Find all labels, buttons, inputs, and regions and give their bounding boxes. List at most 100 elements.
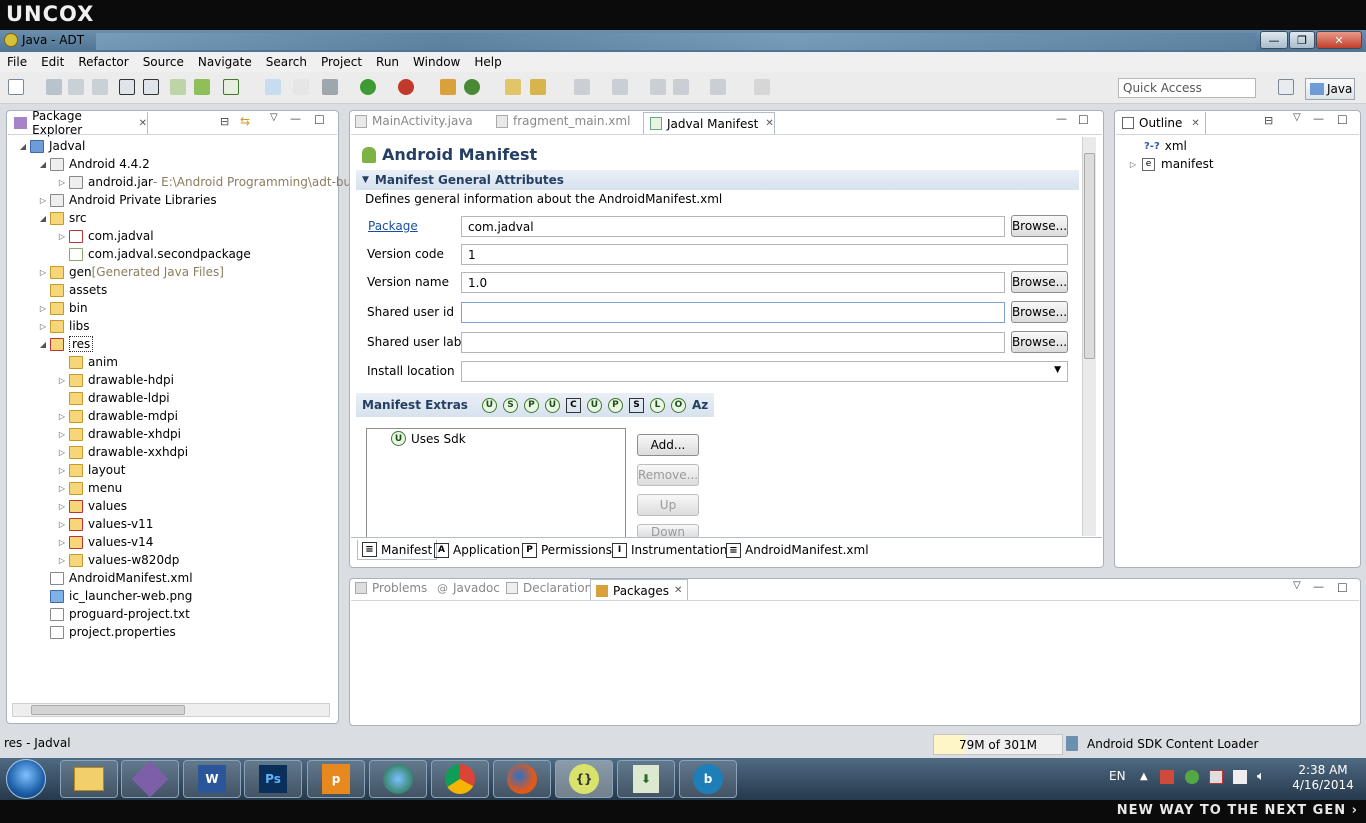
taskbar-chrome[interactable] — [431, 760, 489, 798]
collapse-all-icon[interactable]: ⊟ — [1264, 114, 1273, 127]
tab-declaration[interactable]: Declaration — [506, 581, 592, 595]
open-perspective-icon[interactable] — [1278, 79, 1294, 95]
tab-manifest[interactable]: ≡ Manifest — [357, 540, 438, 560]
network-icon[interactable] — [1160, 770, 1174, 784]
taskbar-downloader[interactable]: ⬇ — [617, 760, 675, 798]
taskbar-globe[interactable] — [369, 760, 427, 798]
version-name-field[interactable]: 1.0 — [461, 272, 1005, 293]
new-java-package-icon[interactable] — [440, 79, 456, 95]
menu-help[interactable]: Help — [467, 55, 508, 69]
tree-item-project-properties[interactable]: project.properties — [38, 623, 176, 641]
tab-androidmanifest-xml[interactable]: ≡ AndroidManifest.xml — [722, 540, 873, 560]
up-button[interactable]: Up — [637, 494, 699, 516]
outline-item-xml[interactable]: ?-? xml — [1144, 137, 1187, 155]
remove-button[interactable]: Remove... — [637, 464, 699, 486]
clock[interactable]: 2:38 AM 4/16/2014 — [1288, 763, 1358, 793]
tree-item-drawable-hdpi[interactable]: ▷ drawable-hdpi — [57, 371, 174, 389]
print-icon[interactable] — [92, 79, 108, 95]
java-perspective-button[interactable]: Java — [1305, 78, 1355, 100]
shared-user-id-browse-button[interactable]: Browse... — [1011, 301, 1068, 323]
close-window-button[interactable]: ✕ — [1316, 31, 1362, 49]
run-icon[interactable] — [360, 79, 376, 95]
tab-application[interactable]: A Application — [430, 540, 524, 560]
shared-user-label-field[interactable] — [461, 332, 1005, 353]
add-permission-icon[interactable]: P — [523, 397, 539, 413]
tab-permissions[interactable]: P Permissions — [518, 540, 616, 560]
tree-item-libs[interactable]: ▷ libs — [38, 317, 90, 335]
view-menu-icon[interactable]: ▽ — [270, 112, 278, 123]
menu-source[interactable]: Source — [136, 55, 191, 69]
previous-annotation-icon[interactable] — [612, 79, 628, 95]
taskbar-firefox[interactable] — [493, 760, 551, 798]
maximize-view-icon[interactable]: ☐ — [1078, 113, 1089, 127]
minimize-button[interactable]: — — [1260, 31, 1288, 49]
editor-vertical-scrollbar[interactable] — [1082, 137, 1096, 536]
add-original-package-icon[interactable]: O — [670, 397, 686, 413]
maximize-view-icon[interactable]: ☐ — [1337, 581, 1348, 595]
tree-item-values-v11[interactable]: ▷ values-v11 — [57, 515, 154, 533]
tree-item-private-libraries[interactable]: ▷ Android Private Libraries — [38, 191, 217, 209]
tree-item-bin[interactable]: ▷ bin — [38, 299, 88, 317]
save-all-icon[interactable] — [68, 79, 84, 95]
language-indicator[interactable]: EN — [1109, 769, 1126, 783]
upload-icon[interactable] — [119, 79, 135, 95]
package-browse-button[interactable]: Browse... — [1011, 215, 1068, 237]
taskbar-b-app[interactable]: b — [679, 760, 737, 798]
tray-device-icon[interactable] — [1233, 770, 1247, 784]
view-menu-icon[interactable]: ▽ — [1293, 580, 1301, 591]
down-button[interactable]: Down — [637, 524, 699, 538]
maximize-view-icon[interactable]: ☐ — [314, 113, 325, 127]
list-item[interactable]: U Uses Sdk — [391, 431, 466, 446]
tree-item-src[interactable]: ◢ src — [38, 209, 87, 227]
tree-item-drawable-xhdpi[interactable]: ▷ drawable-xhdpi — [57, 425, 181, 443]
add-supports-gl-texture-icon[interactable]: S — [628, 397, 644, 413]
new-android-project-icon[interactable] — [265, 79, 281, 95]
tab-packages[interactable]: Packages ✕ — [590, 579, 688, 601]
pin-editor-icon[interactable] — [754, 79, 770, 95]
close-tab-icon[interactable]: ✕ — [765, 118, 773, 129]
garbage-collect-icon[interactable] — [1066, 736, 1078, 751]
minimize-view-icon[interactable]: — — [1313, 112, 1324, 125]
extras-list[interactable]: U Uses Sdk — [366, 428, 626, 538]
add-uses-library-icon[interactable]: L — [649, 397, 665, 413]
start-button[interactable] — [6, 759, 46, 799]
link-with-editor-icon[interactable]: ⇆ — [240, 114, 250, 128]
tree-item-res[interactable]: ◢ res — [38, 335, 94, 353]
tab-outline[interactable]: Outline ✕ — [1116, 112, 1206, 134]
close-tab-icon[interactable]: ✕ — [1191, 118, 1199, 129]
tree-item-layout[interactable]: ▷ layout — [57, 461, 126, 479]
menu-edit[interactable]: Edit — [34, 55, 71, 69]
action-center-icon[interactable] — [1209, 770, 1223, 784]
tab-instrumentation[interactable]: I Instrumentation — [608, 540, 731, 560]
tree-item-assets[interactable]: assets — [38, 281, 107, 299]
version-code-field[interactable]: 1 — [461, 244, 1068, 265]
scrollbar-thumb[interactable] — [31, 705, 185, 715]
tree-item-drawable-xxhdpi[interactable]: ▷ drawable-xxhdpi — [57, 443, 188, 461]
taskbar-explorer[interactable] — [60, 760, 118, 798]
version-name-browse-button[interactable]: Browse... — [1011, 271, 1068, 293]
add-button[interactable]: Add... — [637, 434, 699, 456]
tree-item-menu[interactable]: ▷ menu — [57, 479, 122, 497]
external-tools-icon[interactable] — [398, 79, 414, 95]
shared-user-label-browse-button[interactable]: Browse... — [1011, 331, 1068, 353]
package-link[interactable]: Package — [368, 219, 418, 233]
tab-problems[interactable]: Problems — [355, 581, 427, 595]
taskbar-word[interactable]: W — [183, 760, 241, 798]
package-field[interactable]: com.jadval — [461, 216, 1005, 237]
open-type-icon[interactable] — [505, 79, 521, 95]
tree-item-values[interactable]: ▷ values — [57, 497, 127, 515]
tab-javadoc[interactable]: @ Javadoc — [437, 581, 500, 595]
taskbar-visual-studio[interactable] — [121, 760, 179, 798]
tree-item-drawable-mdpi[interactable]: ▷ drawable-mdpi — [57, 407, 178, 425]
search-icon[interactable] — [530, 79, 546, 95]
quick-access-input[interactable]: Quick Access — [1118, 78, 1256, 98]
next-annotation-icon[interactable] — [574, 79, 590, 95]
tree-item-android-jar[interactable]: ▷ android.jar - E:\Android Programming\ad… — [57, 173, 351, 191]
minimize-view-icon[interactable]: — — [290, 112, 301, 125]
install-location-select[interactable]: ▼ — [461, 361, 1068, 382]
back-arrow-icon[interactable] — [673, 79, 689, 95]
taskbar-adt[interactable]: {} — [555, 760, 613, 798]
tree-item-jadval[interactable]: ◢ Jadval — [18, 137, 85, 155]
download-icon[interactable] — [143, 79, 159, 95]
tree-item-values-v14[interactable]: ▷ values-v14 — [57, 533, 154, 551]
